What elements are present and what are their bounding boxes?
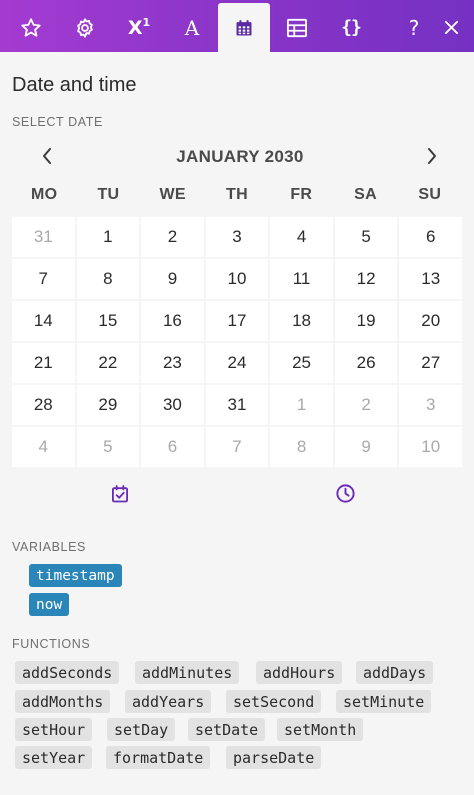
calendar-day[interactable]: 26 [334,343,398,383]
table-icon [286,18,308,38]
calendar-day[interactable]: 16 [141,301,204,341]
variables-label: VARIABLES [12,540,86,554]
function-format-date[interactable]: formatDate [106,746,211,769]
calendar-day[interactable]: 3 [399,385,462,425]
calendar-day[interactable]: 10 [205,259,269,299]
calendar-day[interactable]: 14 [12,301,75,341]
next-month-button[interactable] [417,143,447,173]
function-set-second[interactable]: setSecond [226,690,322,713]
calendar-day[interactable]: 4 [270,217,333,257]
calendar-day[interactable]: 29 [76,385,140,425]
function-add-months[interactable]: addMonths [15,690,111,713]
help-icon: ? [408,15,420,40]
calendar-day[interactable]: 19 [334,301,398,341]
calendar-day[interactable]: 5 [334,217,398,257]
calendar-day[interactable]: 6 [399,217,462,257]
function-add-years[interactable]: addYears [125,690,212,713]
calendar-day[interactable]: 1 [270,385,333,425]
calendar-day[interactable]: 25 [270,343,333,383]
calendar-day[interactable]: 15 [76,301,140,341]
variable-timestamp[interactable]: timestamp [29,564,122,587]
close-button[interactable] [428,3,474,52]
select-date-label: SELECT DATE [12,115,103,129]
weekday-label: TH [226,186,248,203]
weekday-label: TU [97,186,120,203]
weekday-label: SA [354,186,377,203]
calendar-day[interactable]: 9 [141,259,204,299]
calendar-day[interactable]: 30 [141,385,204,425]
function-add-seconds[interactable]: addSeconds [15,661,120,684]
calendar-day[interactable]: 4 [12,427,75,467]
function-add-days[interactable]: addDays [356,661,434,684]
functions-label: FUNCTIONS [12,637,91,651]
calendar-day[interactable]: 20 [399,301,462,341]
month-label: JANUARY 2030 [176,147,304,166]
gear-icon [74,17,96,39]
calendar-day[interactable]: 6 [141,427,204,467]
calendar-day[interactable]: 2 [334,385,398,425]
function-set-day[interactable]: setDay [107,718,176,741]
calendar-icon [234,18,254,38]
calendar-day[interactable]: 3 [205,217,269,257]
function-set-date[interactable]: setDate [188,718,266,741]
calendar-day[interactable]: 1 [76,217,140,257]
calendar-day[interactable]: 24 [205,343,269,383]
settings-tab[interactable] [59,3,111,52]
function-set-minute[interactable]: setMinute [336,690,432,713]
calendar-day[interactable]: 13 [399,259,462,299]
calendar-day[interactable]: 8 [76,259,140,299]
calendar-day[interactable]: 22 [76,343,140,383]
superscript-icon: X1 [127,16,151,39]
previous-month-button[interactable] [32,143,62,173]
calendar-grid: 31 1 2 3 4 5 6 7 8 9 10 11 12 13 14 15 1… [12,217,462,467]
json-tab[interactable]: {} [325,3,377,52]
calendar-day[interactable]: 12 [334,259,398,299]
weekday-label: SU [418,186,442,203]
braces-icon: {} [341,17,362,38]
function-set-month[interactable]: setMonth [277,718,364,741]
date-mode-button[interactable] [108,484,132,508]
table-tab[interactable] [271,3,323,52]
calendar-day[interactable]: 21 [12,343,75,383]
chevron-left-icon [41,147,53,170]
function-set-year[interactable]: setYear [15,746,93,769]
calendar-check-icon [110,484,130,509]
calendar-day[interactable]: 8 [270,427,333,467]
calendar-day[interactable]: 17 [205,301,269,341]
calendar-day[interactable]: 10 [399,427,462,467]
calendar-day[interactable]: 5 [76,427,140,467]
chevron-right-icon [426,147,438,170]
calendar-day[interactable]: 23 [141,343,204,383]
weekday-label: WE [159,186,186,203]
calendar-day[interactable]: 18 [270,301,333,341]
function-set-hour[interactable]: setHour [15,718,93,741]
panel-title: Date and time [12,74,137,96]
function-add-minutes[interactable]: addMinutes [135,661,240,684]
close-icon [444,20,459,35]
calendar-day[interactable]: 31 [205,385,269,425]
favorites-tab[interactable] [5,3,57,52]
calendar-day[interactable]: 31 [12,217,75,257]
math-tab[interactable]: X1 [113,3,165,52]
time-mode-button[interactable] [333,484,357,508]
calendar-day[interactable]: 9 [334,427,398,467]
text-icon: A [184,15,200,40]
calendar-day[interactable]: 7 [12,259,75,299]
variable-now[interactable]: now [29,593,70,616]
toolbar: X1 A {} ? [0,0,474,52]
weekday-label: FR [290,186,313,203]
function-parse-date[interactable]: parseDate [226,746,322,769]
star-icon [20,17,42,39]
weekday-header: MO TU WE TH FR SA SU [12,186,462,210]
weekday-label: MO [30,186,58,203]
calendar-day[interactable]: 7 [205,427,269,467]
clock-icon [335,483,356,509]
calendar-day[interactable]: 27 [399,343,462,383]
date-time-tab[interactable] [218,3,270,52]
calendar-day[interactable]: 2 [141,217,204,257]
text-tab[interactable]: A [166,3,218,52]
calendar-day[interactable]: 28 [12,385,75,425]
function-add-hours[interactable]: addHours [256,661,343,684]
calendar-day[interactable]: 11 [270,259,333,299]
